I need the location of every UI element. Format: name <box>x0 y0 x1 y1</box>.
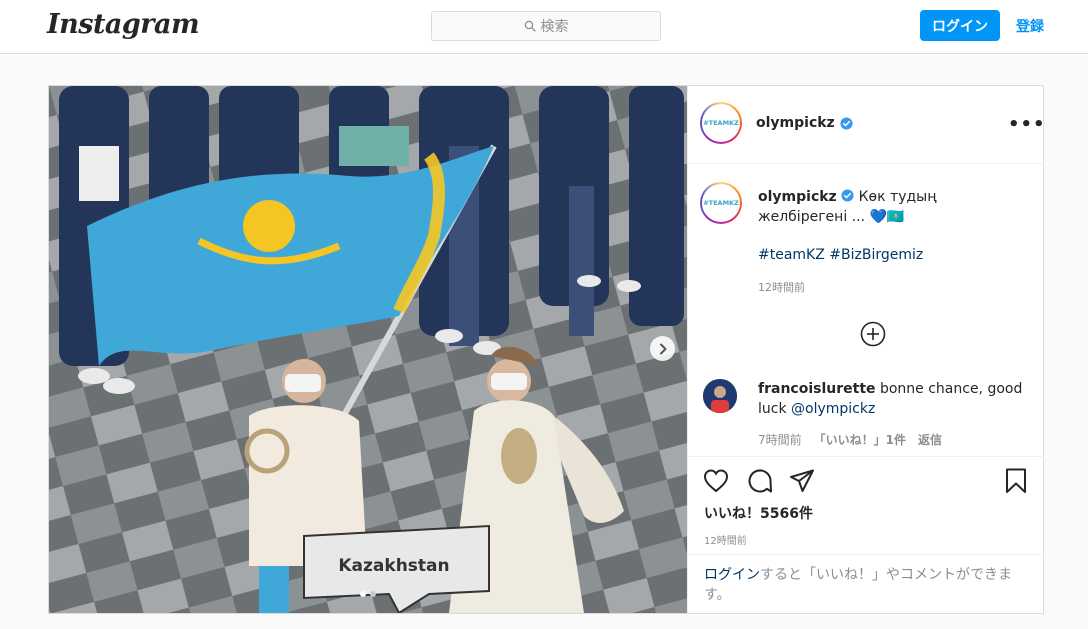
login-prompt-link[interactable]: ログイン <box>704 567 760 583</box>
verified-badge-icon <box>840 116 853 130</box>
share-icon[interactable] <box>788 467 816 495</box>
author-username[interactable]: olympickz <box>756 115 835 131</box>
comment-timestamp: 7時間前 <box>758 433 802 447</box>
post-photo[interactable]: Kazakhstan <box>49 86 687 613</box>
flag-bearer-photo-illustration: Kazakhstan <box>49 86 687 613</box>
chevron-right-icon <box>659 343 666 354</box>
comment-mention[interactable]: @olympickz <box>791 401 875 417</box>
post-header: #TEAMKZ olympickz ••• <box>688 86 1046 164</box>
comment-item: francoislurette bonne chance, good luck … <box>758 379 1030 419</box>
commenter-avatar-image <box>703 379 737 413</box>
login-prompt: ログインすると「いいね！」やコメントができます。 <box>688 554 1044 613</box>
carousel-indicator <box>360 591 376 597</box>
hashtag-link[interactable]: #teamKZ <box>758 247 825 263</box>
load-more-comments-icon[interactable] <box>860 321 886 347</box>
caption-username[interactable]: olympickz <box>758 189 837 205</box>
caption-timestamp: 12時間前 <box>758 281 805 294</box>
author-avatar[interactable]: #TEAMKZ <box>700 102 742 144</box>
comment-username[interactable]: francoislurette <box>758 381 876 397</box>
carousel-dot-active <box>360 591 366 597</box>
top-navigation-bar: Instagram 検索 ログイン 登録 <box>0 0 1088 54</box>
hashtag-link[interactable]: #BizBirgemiz <box>829 247 923 263</box>
bookmark-icon[interactable] <box>1002 467 1030 495</box>
comment-reply-button[interactable]: 返信 <box>918 431 942 448</box>
more-options-icon[interactable]: ••• <box>1008 114 1046 135</box>
author-name-row: olympickz <box>756 115 853 131</box>
post-sidebar: #TEAMKZ olympickz ••• #TEAMKZ olympickz <box>687 86 1046 613</box>
post-actions: いいね！5566件 12時間前 <box>688 456 1044 556</box>
carousel-dot <box>370 591 376 597</box>
caption-hashtags: #teamKZ #BizBirgemiz <box>758 245 1030 265</box>
heart-icon[interactable] <box>702 467 730 495</box>
country-sign-text: Kazakhstan <box>338 556 449 576</box>
post-timestamp: 12時間前 <box>704 536 747 547</box>
caption-author-avatar[interactable]: #TEAMKZ <box>700 182 742 224</box>
avatar-label: #TEAMKZ <box>703 119 739 127</box>
login-button[interactable]: ログイン <box>920 10 1000 41</box>
search-input[interactable]: 検索 <box>431 11 661 41</box>
comment-like-count[interactable]: 「いいね！」1件 <box>814 431 906 448</box>
commenter-avatar[interactable] <box>703 379 737 413</box>
verified-badge-icon <box>841 189 854 202</box>
comment-meta: 7時間前 「いいね！」1件 返信 <box>758 431 942 448</box>
post-card: Kazakhstan #TEAMKZ olympickz ••• #TEAMKZ… <box>48 85 1046 614</box>
search-placeholder: 検索 <box>540 19 569 35</box>
avatar-label: #TEAMKZ <box>703 199 739 207</box>
signup-link[interactable]: 登録 <box>1016 16 1044 36</box>
instagram-logo[interactable]: Instagram <box>47 9 200 40</box>
search-icon <box>524 20 536 32</box>
post-caption: olympickz Көк тудың желбірегені ... 💙🇰🇿 … <box>758 187 1030 265</box>
comment-icon[interactable] <box>746 467 774 495</box>
carousel-next-button[interactable] <box>650 336 675 361</box>
like-count[interactable]: いいね！5566件 <box>704 503 813 523</box>
